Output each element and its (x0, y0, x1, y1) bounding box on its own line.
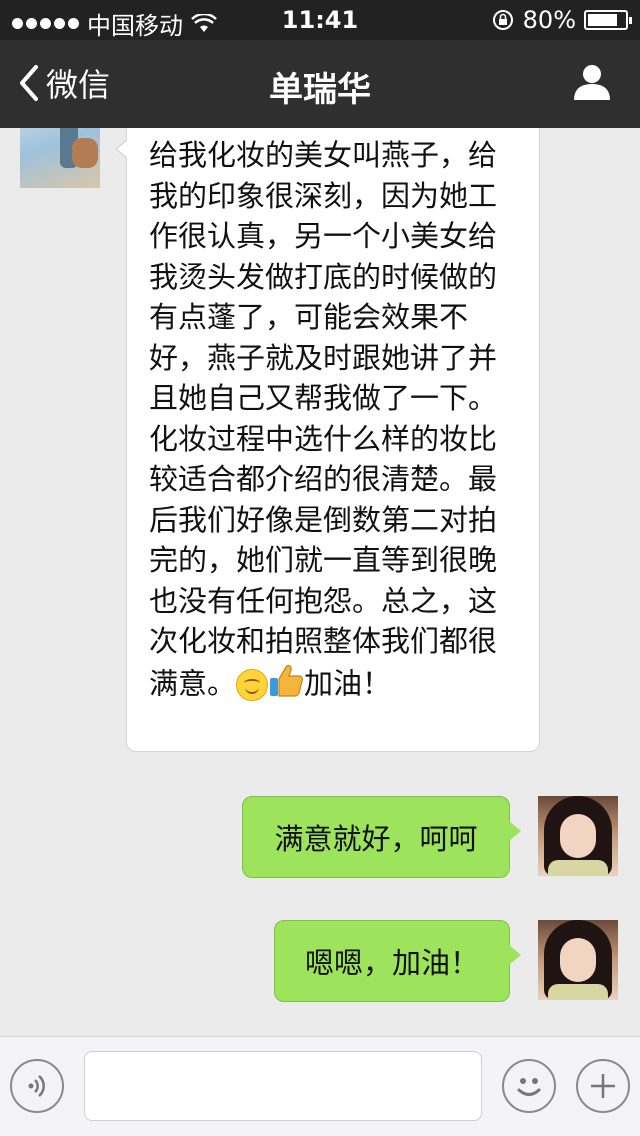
chat-title: 单瑞华 (269, 70, 371, 110)
plus-icon (591, 1074, 615, 1098)
sent-message-bubble[interactable]: 满意就好，呵呵 (242, 796, 521, 878)
battery-percent: 80% (522, 6, 576, 34)
input-bar (0, 1036, 640, 1136)
received-message-text: 给我化妆的美女叫燕子，给我的印象很深刻，因为她工作很认真，另一个小美女给我烫头发… (149, 135, 519, 708)
message-input[interactable] (84, 1051, 482, 1121)
chat-area[interactable]: 给我化妆的美女叫燕子，给我的印象很深刻，因为她工作很认真，另一个小美女给我烫头发… (0, 128, 640, 1036)
my-avatar[interactable] (538, 796, 618, 876)
received-message-bubble[interactable]: 给我化妆的美女叫燕子，给我的印象很深刻，因为她工作很认真，另一个小美女给我烫头发… (115, 128, 540, 752)
contact-avatar[interactable] (20, 128, 100, 188)
person-icon (574, 65, 610, 100)
smiley-icon (517, 1078, 541, 1096)
voice-icon (28, 1075, 45, 1097)
sent-message-bubble[interactable]: 嗯嗯，加油！ (274, 920, 521, 1002)
sent-message-text: 满意就好，呵呵 (274, 822, 478, 856)
voice-input-button[interactable] (10, 1059, 64, 1113)
emoji-button[interactable] (502, 1059, 556, 1113)
sent-message-text: 嗯嗯，加油！ (304, 946, 479, 980)
more-options-button[interactable] (576, 1059, 630, 1113)
contact-profile-button[interactable] (572, 62, 612, 106)
status-bar: 中国移动 11:41 80% (0, 0, 640, 40)
thumbs-up-emoji-icon (268, 662, 304, 709)
rotation-lock-icon (492, 10, 513, 30)
nav-bar: 微信 单瑞华 (0, 40, 640, 128)
my-avatar[interactable] (538, 920, 618, 1000)
smile-emoji-icon (236, 668, 269, 701)
status-right: 80% (491, 6, 632, 34)
battery-icon (584, 10, 632, 30)
